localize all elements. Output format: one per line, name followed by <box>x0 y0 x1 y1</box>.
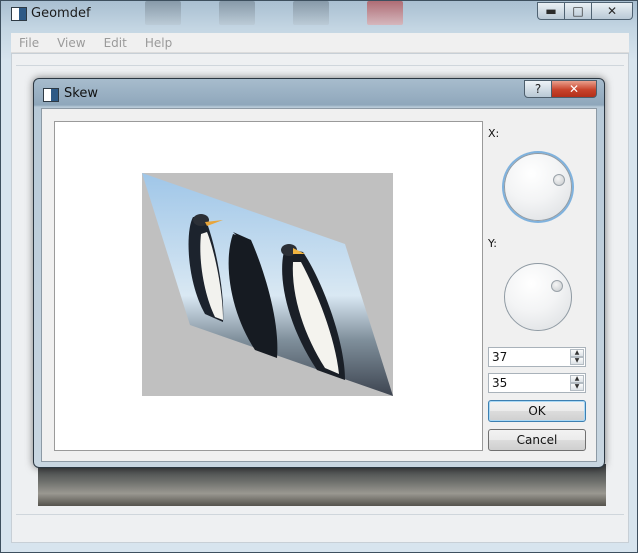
dialog-title: Skew <box>64 86 98 101</box>
x-spin-down-icon[interactable]: ▼ <box>570 357 584 365</box>
x-spin-up-icon[interactable]: ▲ <box>570 349 584 357</box>
maximize-button[interactable]: □ <box>564 2 592 20</box>
y-dial-notch <box>551 280 563 292</box>
skew-dialog: Skew ? ✕ X: Y: 37 ▲ ▼ 35 ▲ ▼ OK Cancel <box>33 78 605 468</box>
y-spin-down-icon[interactable]: ▼ <box>570 383 584 391</box>
x-dial-notch <box>553 174 565 186</box>
window-title: Geomdef <box>31 6 91 21</box>
background-image <box>38 464 606 506</box>
help-button[interactable]: ? <box>524 80 552 98</box>
close-button[interactable]: ✕ <box>591 2 633 20</box>
skew-preview <box>54 121 483 451</box>
menu-view[interactable]: View <box>57 36 85 50</box>
menu-help[interactable]: Help <box>145 36 172 50</box>
toolbar <box>16 56 624 66</box>
dialog-close-button[interactable]: ✕ <box>551 80 597 98</box>
x-dial[interactable] <box>504 153 572 221</box>
menu-file[interactable]: File <box>19 36 39 50</box>
y-spin-arrows: ▲ ▼ <box>570 375 584 391</box>
menu-edit[interactable]: Edit <box>104 36 127 50</box>
dialog-caption-buttons: ? ✕ <box>524 80 597 98</box>
dialog-body: X: Y: ▲ ▼ ▲ ▼ OK Cancel <box>41 108 597 462</box>
ok-button[interactable]: OK <box>488 400 586 422</box>
dialog-icon <box>43 88 59 102</box>
background-thumbnails <box>121 1 521 27</box>
status-bar <box>16 514 624 536</box>
x-spin-arrows: ▲ ▼ <box>570 349 584 365</box>
y-dial[interactable] <box>504 263 572 331</box>
minimize-button[interactable]: ▬ <box>537 2 565 20</box>
menu-bar: File View Edit Help <box>11 33 629 53</box>
x-label: X: <box>488 127 500 140</box>
y-spin-up-icon[interactable]: ▲ <box>570 375 584 383</box>
window-caption-buttons: ▬ □ ✕ <box>537 2 633 20</box>
y-spinbox[interactable]: ▲ ▼ <box>488 373 586 393</box>
y-value-input[interactable] <box>489 374 569 392</box>
main-title-bar[interactable]: Geomdef ▬ □ ✕ <box>1 1 637 27</box>
app-icon <box>11 7 27 21</box>
skewed-image <box>142 173 393 396</box>
x-spinbox[interactable]: ▲ ▼ <box>488 347 586 367</box>
x-value-input[interactable] <box>489 348 569 366</box>
y-label: Y: <box>488 237 497 250</box>
cancel-button[interactable]: Cancel <box>488 429 586 451</box>
